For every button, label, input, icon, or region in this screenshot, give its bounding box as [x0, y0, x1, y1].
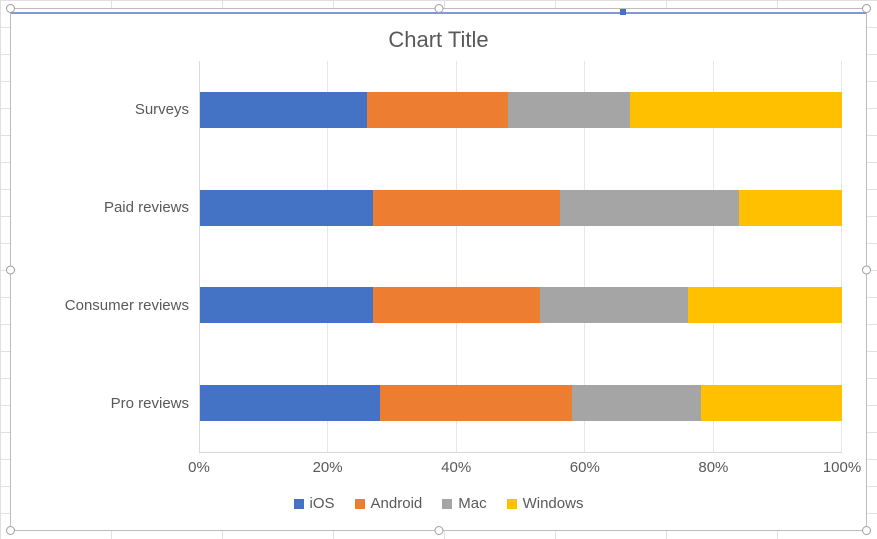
y-tick-label: Pro reviews — [111, 395, 189, 413]
legend-item[interactable]: Android — [355, 495, 423, 512]
resize-handle-bottom-left[interactable] — [6, 526, 15, 535]
legend-item[interactable]: iOS — [294, 495, 335, 512]
bar-row[interactable] — [200, 287, 842, 323]
chart-area[interactable]: Chart Title Surveys Paid reviews Consumer … — [19, 13, 858, 526]
x-tick-label: 80% — [698, 459, 728, 476]
bar-segment[interactable] — [572, 385, 700, 421]
resize-handle-right-center[interactable] — [862, 265, 871, 274]
legend-label: Android — [371, 495, 423, 512]
chart-object[interactable]: Chart Title Surveys Paid reviews Consumer … — [10, 8, 867, 531]
bar-segment[interactable] — [200, 190, 373, 226]
x-tick-label: 0% — [188, 459, 210, 476]
bar-segment[interactable] — [200, 385, 380, 421]
bar-segment[interactable] — [560, 190, 740, 226]
legend-label: Mac — [458, 495, 486, 512]
bar-row[interactable] — [200, 385, 842, 421]
y-axis-labels: Surveys Paid reviews Consumer reviews Pro r… — [19, 61, 199, 453]
y-tick-label: Surveys — [135, 101, 189, 119]
bar-segment[interactable] — [508, 92, 630, 128]
plot-row: Surveys Paid reviews Consumer reviews Pro r… — [19, 61, 858, 453]
x-tick-label: 20% — [313, 459, 343, 476]
legend-swatch — [507, 499, 517, 509]
legend-item[interactable]: Windows — [507, 495, 584, 512]
bar-segment[interactable] — [540, 287, 688, 323]
y-tick-label: Paid reviews — [104, 199, 189, 217]
bar-segment[interactable] — [373, 190, 559, 226]
resize-handle-bottom-right[interactable] — [862, 526, 871, 535]
resize-handle-top-left[interactable] — [6, 4, 15, 13]
legend-label: Windows — [523, 495, 584, 512]
bars-container — [200, 61, 842, 452]
chart-title[interactable]: Chart Title — [19, 13, 858, 61]
x-axis: 0% 20% 40% 60% 80% 100% — [19, 453, 858, 485]
bar-segment[interactable] — [701, 385, 842, 421]
legend-swatch — [442, 499, 452, 509]
y-tick-label: Consumer reviews — [65, 297, 189, 315]
bar-row[interactable] — [200, 190, 842, 226]
bar-segment[interactable] — [380, 385, 573, 421]
bar-segment[interactable] — [630, 92, 842, 128]
legend-swatch — [355, 499, 365, 509]
x-tick-label: 40% — [441, 459, 471, 476]
bar-row[interactable] — [200, 92, 842, 128]
bar-segment[interactable] — [200, 287, 373, 323]
legend-item[interactable]: Mac — [442, 495, 486, 512]
bar-segment[interactable] — [739, 190, 842, 226]
legend[interactable]: iOS Android Mac Windows — [19, 485, 858, 526]
resize-handle-top-right[interactable] — [862, 4, 871, 13]
resize-handle-left-center[interactable] — [6, 265, 15, 274]
resize-handle-bottom-center[interactable] — [434, 526, 443, 535]
x-tick-label: 60% — [570, 459, 600, 476]
resize-handle-top-center[interactable] — [434, 4, 443, 13]
bar-segment[interactable] — [373, 287, 540, 323]
legend-label: iOS — [310, 495, 335, 512]
legend-swatch — [294, 499, 304, 509]
x-tick-label: 100% — [823, 459, 861, 476]
bar-segment[interactable] — [200, 92, 367, 128]
bar-segment[interactable] — [688, 287, 842, 323]
bar-segment[interactable] — [367, 92, 508, 128]
plot-area[interactable] — [199, 61, 842, 453]
